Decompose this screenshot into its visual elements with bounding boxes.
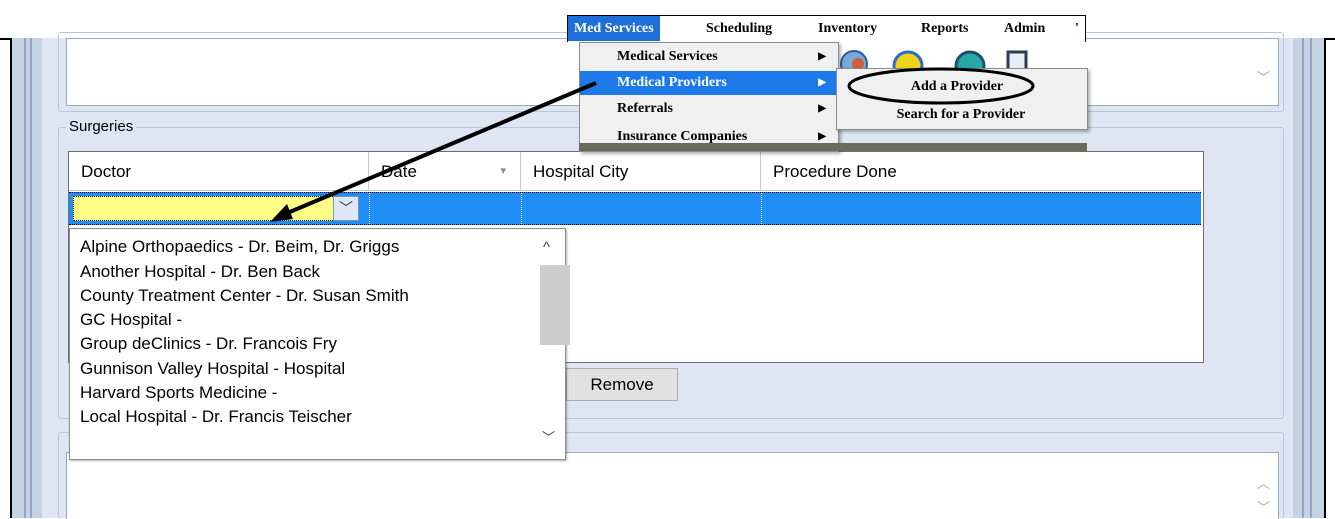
list-item[interactable]: Local Hospital - Dr. Francis Teischer — [80, 407, 352, 427]
procedure-cell[interactable] — [761, 193, 1201, 224]
column-header-hospital-city[interactable]: Hospital City — [521, 152, 761, 191]
med-services-menu: Medical Services ▶ Medical Providers ▶ Ref… — [579, 42, 839, 152]
right-border-rule — [1302, 38, 1304, 518]
sort-arrow-icon: ▾ — [500, 165, 506, 177]
submenu-arrow-icon: ▶ — [818, 77, 826, 88]
menu-item-add-provider[interactable]: Add a Provider — [833, 79, 1081, 95]
menu-item-search-provider[interactable]: Search for a Provider — [837, 107, 1085, 123]
menu-item-label: Referrals — [617, 101, 673, 116]
menu-item-label: Medical Providers — [617, 75, 727, 90]
list-item[interactable]: Gunnison Valley Hospital - Hospital — [80, 359, 345, 379]
column-header-date[interactable]: Date ▾ — [369, 152, 521, 191]
menu-reports[interactable]: Reports — [915, 16, 974, 41]
menu-bar: Med Services Scheduling Inventory Report… — [567, 15, 1086, 42]
menu-admin[interactable]: Admin — [998, 16, 1051, 41]
submenu-arrow-icon: ▶ — [818, 51, 826, 62]
left-border-rule — [30, 38, 32, 518]
scroll-up-icon[interactable]: ︿ — [1257, 473, 1270, 492]
doctor-cell[interactable]: ﹀ — [69, 193, 370, 224]
menu-more-cutoff[interactable]: ' — [1073, 16, 1081, 41]
table-row-selected[interactable]: ﹀ — [69, 192, 1201, 225]
scroll-down-icon[interactable]: ﹀ — [542, 427, 555, 446]
right-border-rule — [1310, 38, 1312, 518]
list-item[interactable]: GC Hospital - — [80, 310, 182, 330]
frame-right-border — [1324, 38, 1326, 518]
list-item[interactable]: Alpine Orthopaedics - Dr. Beim, Dr. Grig… — [80, 237, 399, 257]
left-border-rule — [24, 38, 26, 518]
doctor-combo-input[interactable] — [73, 196, 335, 221]
toolbar-shadow-strip — [579, 143, 1087, 151]
providers-submenu: Add a Provider Search for a Provider — [836, 68, 1088, 130]
menu-item-medical-services[interactable]: Medical Services ▶ — [580, 45, 836, 69]
date-cell[interactable] — [369, 193, 522, 224]
dropdown-scrollbar[interactable]: ^ ﹀ — [531, 229, 570, 457]
menu-item-medical-providers[interactable]: Medical Providers ▶ — [580, 71, 836, 95]
menu-med-services[interactable]: Med Services — [568, 16, 660, 41]
surgeries-group-label: Surgeries — [66, 118, 137, 135]
right-border-band — [1293, 38, 1325, 518]
doctor-dropdown-list[interactable]: Alpine Orthopaedics - Dr. Beim, Dr. Grig… — [69, 228, 570, 460]
left-border-band — [12, 38, 42, 518]
menu-scheduling[interactable]: Scheduling — [700, 16, 778, 41]
submenu-arrow-icon: ▶ — [818, 103, 826, 114]
scroll-down-icon[interactable]: ﹀ — [1257, 497, 1270, 516]
column-header-date-label: Date — [381, 162, 417, 181]
hospital-city-cell[interactable] — [521, 193, 762, 224]
list-item[interactable]: Group deClinics - Dr. Francois Fry — [80, 334, 337, 354]
list-item[interactable]: Harvard Sports Medicine - — [80, 383, 277, 403]
menu-item-label: Medical Services — [617, 49, 718, 64]
menu-inventory[interactable]: Inventory — [812, 16, 883, 41]
list-item[interactable]: County Treatment Center - Dr. Susan Smit… — [80, 286, 409, 306]
scrollbar-thumb[interactable] — [540, 265, 570, 345]
remove-button[interactable]: Remove — [566, 368, 678, 401]
column-header-procedure[interactable]: Procedure Done — [761, 152, 1201, 191]
menu-item-referrals[interactable]: Referrals ▶ — [580, 97, 836, 121]
column-header-doctor[interactable]: Doctor — [69, 152, 369, 191]
scroll-up-icon[interactable]: ^ — [543, 239, 550, 256]
notes-textarea-bottom[interactable]: ︿ ﹀ — [66, 452, 1279, 519]
list-item[interactable]: Another Hospital - Dr. Ben Back — [80, 262, 320, 282]
chevron-down-icon[interactable]: ﹀ — [333, 196, 359, 221]
scroll-down-icon[interactable]: ﹀ — [1257, 67, 1270, 86]
